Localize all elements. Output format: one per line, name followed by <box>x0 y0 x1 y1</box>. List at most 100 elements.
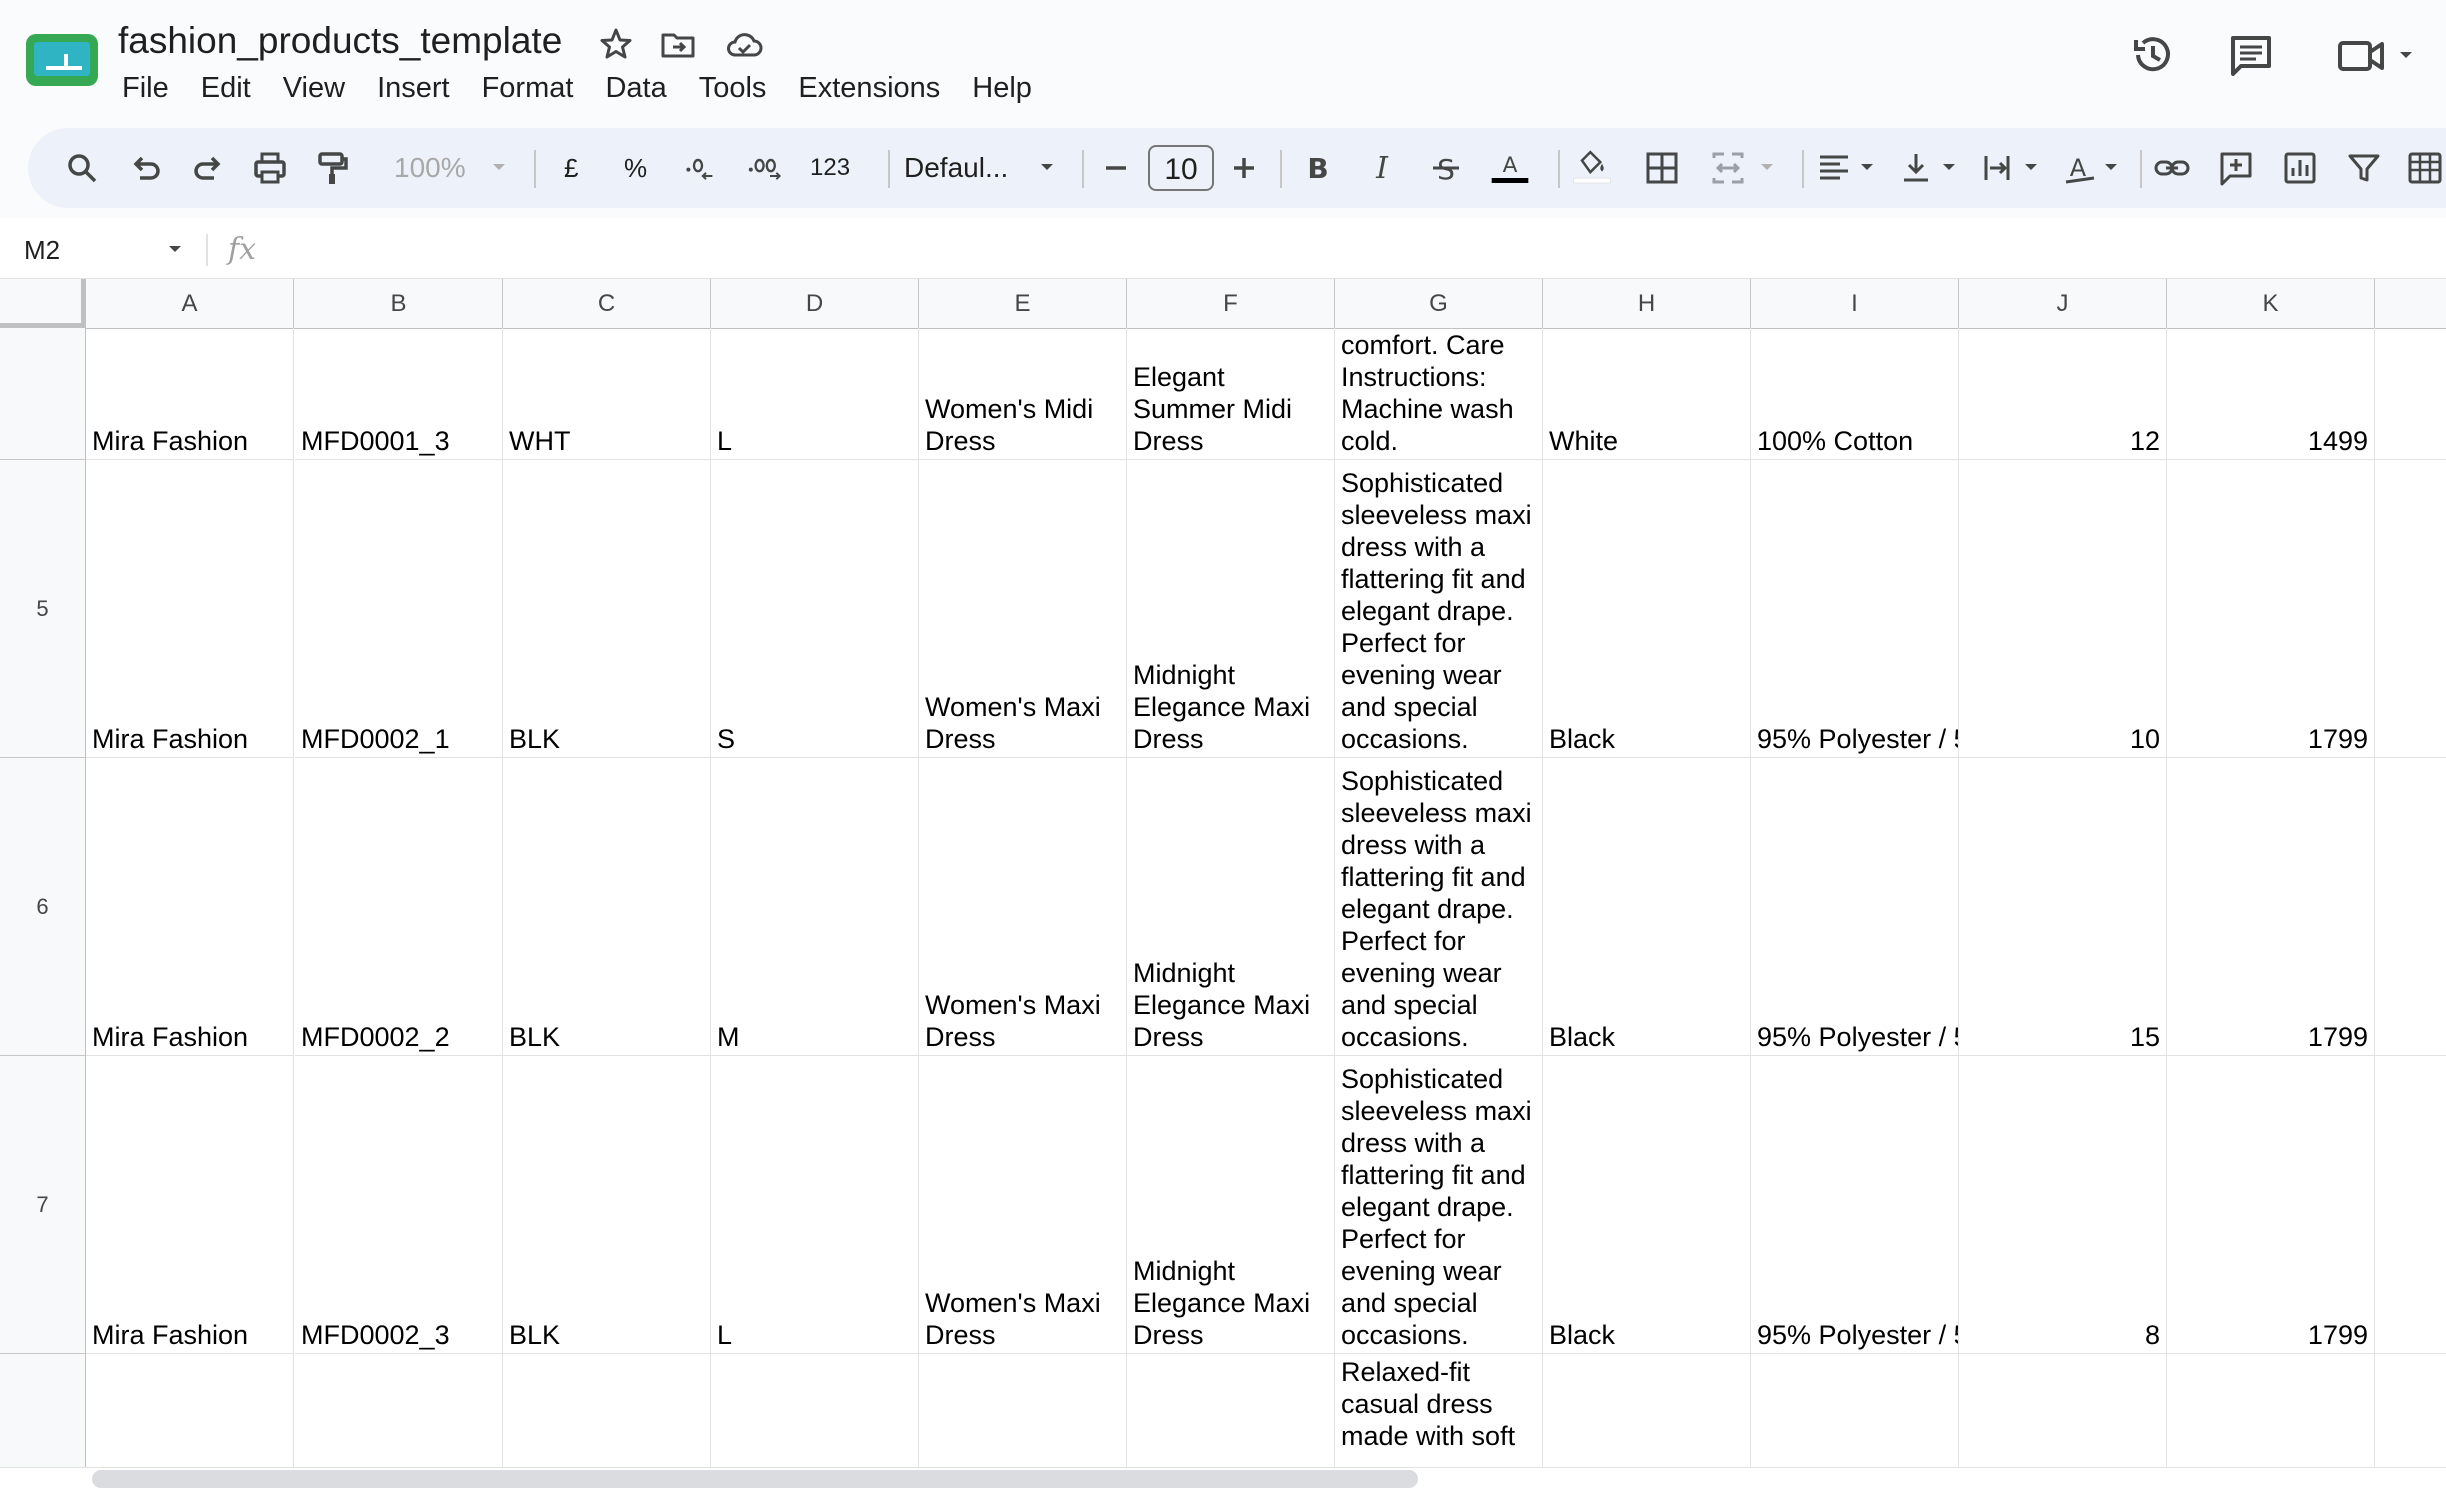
bold-icon[interactable]: B <box>1298 148 1338 188</box>
column-header-i[interactable]: I <box>1751 279 1959 328</box>
cell-g[interactable]: Sophisticated sleeveless maxi dress with… <box>1335 758 1543 1056</box>
search-icon[interactable] <box>62 148 102 188</box>
redo-icon[interactable] <box>188 148 228 188</box>
star-icon[interactable] <box>596 24 636 64</box>
menu-file[interactable]: File <box>106 66 185 110</box>
filter-views-icon[interactable] <box>2406 148 2446 188</box>
merge-cells-icon[interactable] <box>1708 148 1748 188</box>
rotation-dropdown-icon[interactable] <box>2102 158 2120 176</box>
menu-edit[interactable]: Edit <box>185 66 267 110</box>
font-size-input[interactable]: 10 <box>1148 145 1214 191</box>
cell-k[interactable]: 1499 <box>2167 328 2375 460</box>
cell-i[interactable]: 95% Polyester / 5 <box>1751 460 1959 758</box>
cell-j[interactable]: 10 <box>1959 460 2167 758</box>
cell-l[interactable] <box>2375 758 2446 1056</box>
cell-c[interactable]: BLK <box>503 460 711 758</box>
cell-c[interactable]: BLK <box>503 1056 711 1354</box>
row-header[interactable] <box>0 328 86 460</box>
cell-j[interactable]: 12 <box>1959 328 2167 460</box>
cell-d[interactable]: L <box>711 328 919 460</box>
cell-e[interactable]: Women's Maxi Dress <box>919 460 1127 758</box>
cell-i[interactable]: 95% Polyester / 5 <box>1751 758 1959 1056</box>
cell-d[interactable]: S <box>711 460 919 758</box>
menu-view[interactable]: View <box>267 66 361 110</box>
menu-help[interactable]: Help <box>956 66 1048 110</box>
cell-a[interactable]: Mira Fashion <box>86 328 294 460</box>
column-header-j[interactable]: J <box>1959 279 2167 328</box>
cell-g[interactable]: Sophisticated sleeveless maxi dress with… <box>1335 1056 1543 1354</box>
borders-icon[interactable] <box>1642 148 1682 188</box>
vertical-align-icon[interactable] <box>1896 148 1936 188</box>
insert-chart-icon[interactable] <box>2280 148 2320 188</box>
cell-f[interactable]: Midnight Elegance Maxi Dress <box>1127 1056 1335 1354</box>
cell-b[interactable]: MFD0002_2 <box>295 758 503 1056</box>
cell-h[interactable]: Black <box>1543 1056 1751 1354</box>
currency-format-button[interactable]: £ <box>564 146 578 190</box>
font-dropdown-icon[interactable] <box>1038 158 1056 176</box>
cell-i[interactable] <box>1751 1354 1959 1467</box>
cell-c[interactable]: WHT <box>503 328 711 460</box>
move-folder-icon[interactable] <box>658 24 698 64</box>
column-header-next[interactable] <box>2375 279 2446 328</box>
select-all-corner[interactable] <box>0 279 86 328</box>
cell-j[interactable]: 15 <box>1959 758 2167 1056</box>
merge-dropdown-icon[interactable] <box>1758 158 1776 176</box>
zoom-dropdown-icon[interactable] <box>490 158 508 176</box>
cell-h[interactable]: Black <box>1543 758 1751 1056</box>
sheets-logo-icon[interactable] <box>26 34 98 86</box>
cell-b[interactable] <box>295 1354 503 1467</box>
cell-d[interactable]: M <box>711 758 919 1056</box>
cell-j[interactable] <box>1959 1354 2167 1467</box>
print-icon[interactable] <box>250 148 290 188</box>
cell-g[interactable]: comfort. Care Instructions: Machine wash… <box>1335 328 1543 460</box>
cell-e[interactable]: Women's Maxi Dress <box>919 1056 1127 1354</box>
formula-input[interactable] <box>290 230 2390 270</box>
cell-i[interactable]: 95% Polyester / 5 <box>1751 1056 1959 1354</box>
row-header[interactable] <box>0 1354 86 1467</box>
horizontal-align-icon[interactable] <box>1814 148 1854 188</box>
insert-link-icon[interactable] <box>2152 148 2192 188</box>
cell-a[interactable]: Mira Fashion <box>86 460 294 758</box>
cell-c[interactable]: BLK <box>503 758 711 1056</box>
menu-data[interactable]: Data <box>589 66 682 110</box>
undo-icon[interactable] <box>126 148 166 188</box>
cell-h[interactable]: White <box>1543 328 1751 460</box>
cell-h[interactable] <box>1543 1354 1751 1467</box>
filter-icon[interactable] <box>2344 148 2384 188</box>
cell-k[interactable]: 1799 <box>2167 460 2375 758</box>
column-header-f[interactable]: F <box>1127 279 1335 328</box>
meet-camera-icon[interactable] <box>2334 30 2424 80</box>
valign-dropdown-icon[interactable] <box>1940 158 1958 176</box>
italic-icon[interactable]: I <box>1362 148 1402 188</box>
cell-b[interactable]: MFD0001_3 <box>295 328 503 460</box>
cell-f[interactable]: Elegant Summer Midi Dress <box>1127 328 1335 460</box>
cloud-saved-icon[interactable] <box>724 24 764 64</box>
cell-k[interactable] <box>2167 1354 2375 1467</box>
text-wrapping-icon[interactable] <box>1978 148 2018 188</box>
row-header[interactable]: 6 <box>0 758 86 1056</box>
cell-i[interactable]: 100% Cotton <box>1751 328 1959 460</box>
cell-a[interactable] <box>86 1354 294 1467</box>
row-header[interactable]: 7 <box>0 1056 86 1354</box>
cell-k[interactable]: 1799 <box>2167 1056 2375 1354</box>
cell-l[interactable] <box>2375 1354 2446 1467</box>
cell-f[interactable]: Midnight Elegance Maxi Dress <box>1127 460 1335 758</box>
cell-g[interactable]: Sophisticated sleeveless maxi dress with… <box>1335 460 1543 758</box>
menu-insert[interactable]: Insert <box>361 66 466 110</box>
column-header-d[interactable]: D <box>711 279 919 328</box>
increase-font-size-icon[interactable] <box>1224 148 1264 188</box>
cell-l[interactable] <box>2375 328 2446 460</box>
cell-k[interactable]: 1799 <box>2167 758 2375 1056</box>
cell-d[interactable] <box>711 1354 919 1467</box>
version-history-icon[interactable] <box>2128 30 2178 80</box>
cell-a[interactable]: Mira Fashion <box>86 1056 294 1354</box>
paint-format-icon[interactable] <box>312 148 352 188</box>
decrease-font-size-icon[interactable] <box>1096 148 1136 188</box>
cell-b[interactable]: MFD0002_3 <box>295 1056 503 1354</box>
menu-format[interactable]: Format <box>466 66 590 110</box>
cell-g[interactable]: Relaxed-fit casual dress made with soft <box>1335 1354 1543 1467</box>
decrease-decimal-icon[interactable] <box>682 148 732 188</box>
insert-comment-icon[interactable] <box>2216 148 2256 188</box>
cell-e[interactable]: Women's Midi Dress <box>919 328 1127 460</box>
wrap-dropdown-icon[interactable] <box>2022 158 2040 176</box>
